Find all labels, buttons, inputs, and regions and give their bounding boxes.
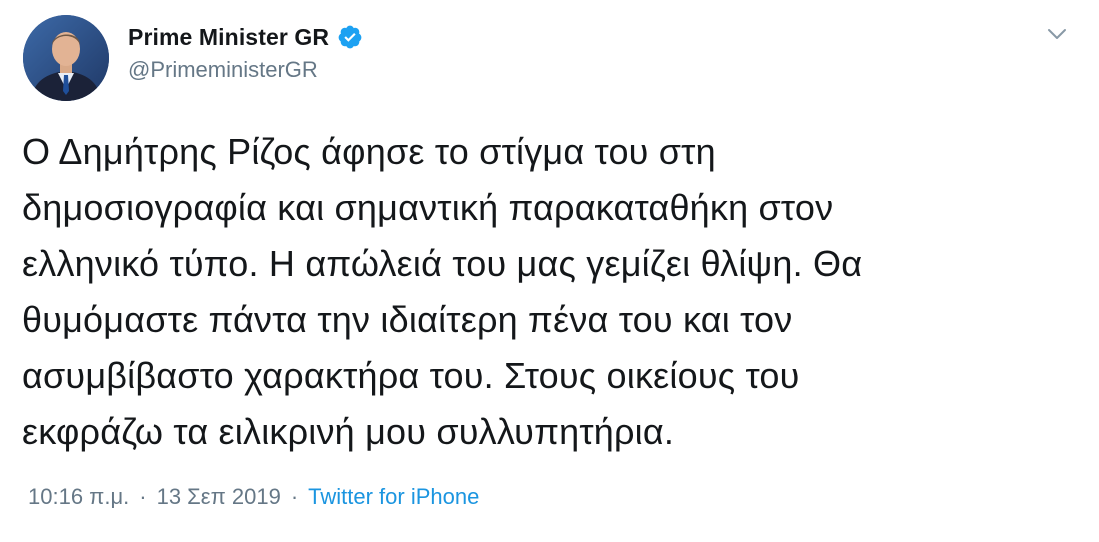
display-name[interactable]: Prime Minister GR bbox=[128, 24, 329, 51]
tweet-meta: 10:16 π.μ. · 13 Σεπ 2019 · Twitter for i… bbox=[28, 484, 479, 510]
profile-photo-icon bbox=[23, 15, 109, 101]
meta-separator: · bbox=[290, 484, 299, 509]
meta-separator: · bbox=[139, 484, 147, 509]
tweet-card: Prime Minister GR @PrimeministerGR Ο Δημ… bbox=[0, 0, 1099, 542]
chevron-down-icon[interactable] bbox=[1045, 22, 1069, 46]
tweet-date[interactable]: 13 Σεπ 2019 bbox=[157, 484, 281, 510]
verified-badge-icon bbox=[338, 25, 362, 49]
tweet-text: Ο Δημήτρης Ρίζος άφησε το στίγμα του στη… bbox=[22, 131, 863, 452]
tweet-source-link[interactable]: Twitter for iPhone bbox=[308, 484, 479, 510]
avatar[interactable] bbox=[23, 15, 109, 101]
author-block: Prime Minister GR @PrimeministerGR bbox=[128, 22, 363, 83]
handle[interactable]: @PrimeministerGR bbox=[128, 57, 363, 83]
tweet-time[interactable]: 10:16 π.μ. bbox=[28, 484, 129, 510]
display-name-row: Prime Minister GR bbox=[128, 22, 363, 52]
